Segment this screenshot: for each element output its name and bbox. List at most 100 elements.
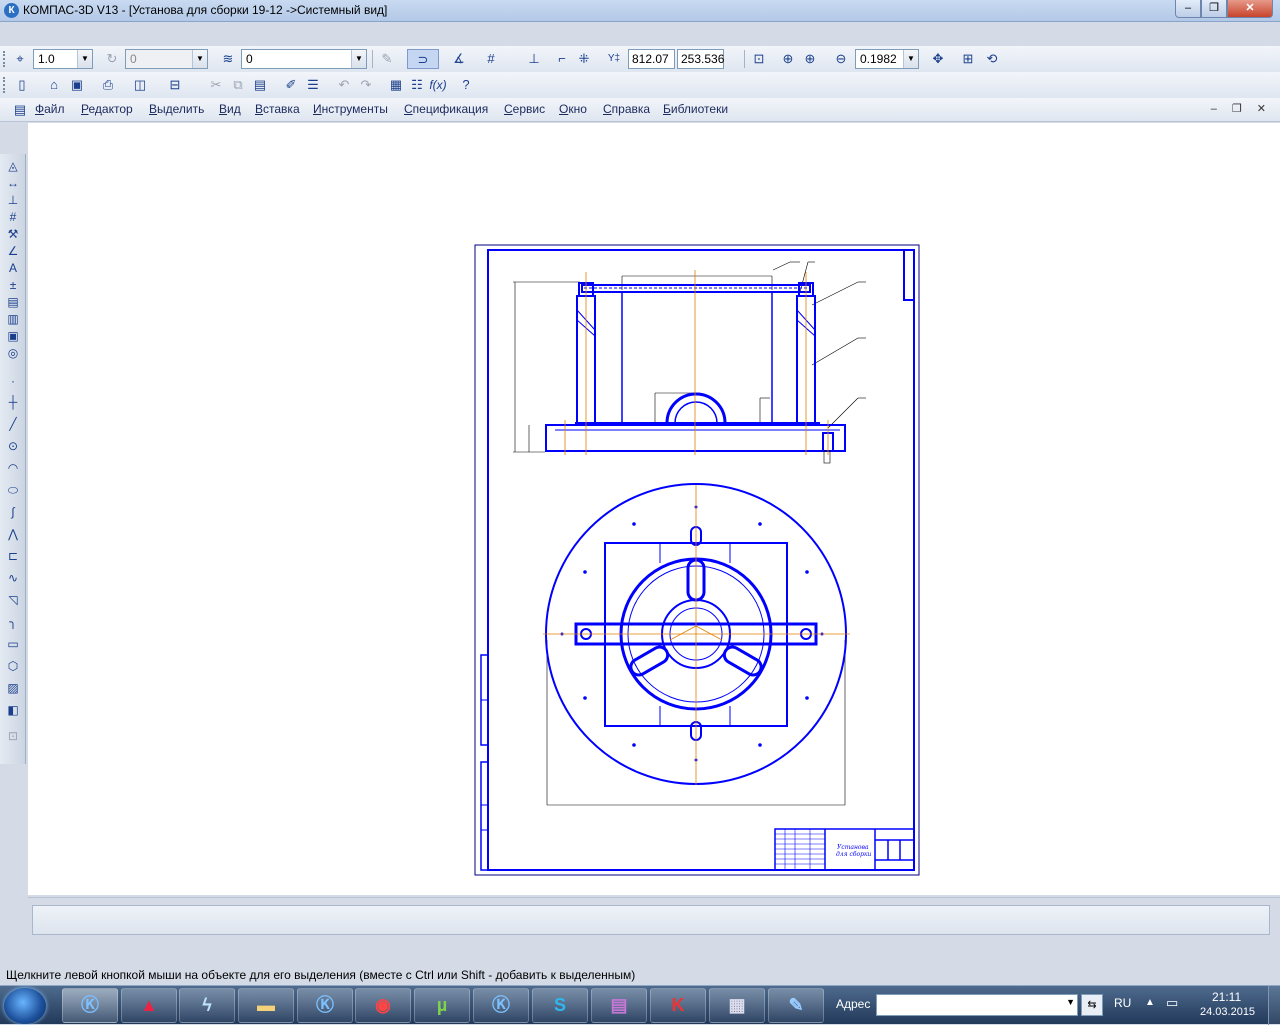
ellipse-icon[interactable]: ⬭ — [5, 482, 21, 498]
calculator-icon[interactable]: ▦ — [709, 988, 765, 1023]
kompas-icon[interactable]: Ⓚ — [62, 988, 118, 1023]
fillet-icon[interactable]: ╮ — [5, 614, 21, 630]
tree-icon[interactable]: ☷ — [407, 75, 427, 95]
autocad-icon[interactable]: ▲ — [121, 988, 177, 1023]
polyline-icon[interactable]: ⋀ — [5, 526, 21, 542]
measure-icon[interactable]: ∠ — [5, 243, 21, 259]
kompas-viewer-icon[interactable]: K — [650, 988, 706, 1023]
minimize-button[interactable]: ‒ — [1175, 0, 1201, 18]
variables-icon[interactable]: f(x) — [428, 75, 448, 95]
help-icon[interactable]: ? — [456, 75, 476, 95]
menu-file[interactable]: Файл — [35, 102, 65, 116]
arc-icon[interactable]: ◠ — [5, 460, 21, 476]
hatch-icon[interactable]: ▨ — [5, 680, 21, 696]
refresh-icon[interactable]: ⟲ — [982, 49, 1002, 69]
aux-line-icon[interactable]: ┼ — [5, 394, 21, 410]
reports-icon[interactable]: ▥ — [5, 311, 21, 327]
local-snap-icon[interactable]: ∡ — [449, 49, 469, 69]
close-button[interactable]: ✕ — [1227, 0, 1273, 18]
kompas-icon[interactable]: Ⓚ — [473, 988, 529, 1023]
coord-x-field[interactable]: 812.07 — [628, 49, 675, 69]
manager-icon[interactable]: ⊟ — [165, 75, 185, 95]
utorrent-icon[interactable]: µ — [414, 988, 470, 1023]
print-icon[interactable]: ⎙ — [98, 75, 118, 95]
spline-icon[interactable]: ∫ — [5, 504, 21, 520]
document-icon[interactable]: ▤ — [10, 100, 30, 120]
menu-window[interactable]: Окно — [559, 102, 587, 116]
menu-service[interactable]: Сервис — [504, 102, 545, 116]
show-desktop-button[interactable] — [1268, 986, 1280, 1025]
fill-icon[interactable]: ◧ — [5, 702, 21, 718]
contour-icon[interactable]: ⊏ — [5, 548, 21, 564]
grid-icon[interactable]: # — [481, 49, 501, 69]
parametrization-icon[interactable]: ⚒ — [5, 226, 21, 242]
chevron-down-icon[interactable]: ▼ — [77, 50, 92, 68]
bolt-icon[interactable]: ϟ — [179, 988, 235, 1023]
macro-icon[interactable]: ◎ — [5, 345, 21, 361]
kompas-icon[interactable]: Ⓚ — [297, 988, 353, 1023]
skype-icon[interactable]: S — [532, 988, 588, 1023]
rectangle-icon[interactable]: ▭ — [5, 636, 21, 652]
properties-list-icon[interactable]: ☰ — [303, 75, 323, 95]
toolbar-grip[interactable] — [3, 51, 6, 67]
menu-tools[interactable]: Инструменты — [313, 102, 388, 116]
start-button[interactable] — [4, 988, 46, 1024]
drawing-canvas[interactable]: Установа для сборки — [28, 123, 1280, 895]
chrome-icon[interactable]: ◉ — [355, 988, 411, 1023]
winrar-icon[interactable]: ▤ — [591, 988, 647, 1023]
document-window-controls[interactable]: – ❐ ✕ — [1211, 102, 1272, 115]
zoom-in-icon[interactable]: ⊕ — [800, 49, 820, 69]
menu-select[interactable]: Выделить — [149, 102, 204, 116]
chevron-down-icon[interactable]: ▼ — [1066, 997, 1075, 1007]
library-manager-icon[interactable]: ▦ — [386, 75, 406, 95]
editing-icon[interactable]: # — [5, 209, 21, 225]
point-icon[interactable]: · — [5, 373, 21, 389]
pan-icon[interactable]: ✥ — [928, 49, 948, 69]
clock-date[interactable]: 24.03.2015 — [1200, 1006, 1255, 1018]
paste-icon[interactable]: ▤ — [250, 75, 270, 95]
menu-specification[interactable]: Спецификация — [404, 102, 488, 116]
ortho-icon[interactable]: ⌐ — [552, 49, 572, 69]
open-folder-icon[interactable]: ⌂ — [44, 75, 64, 95]
coord-y-field[interactable]: 253.536 — [677, 49, 724, 69]
preview-icon[interactable]: ◫ — [130, 75, 150, 95]
menu-editor[interactable]: Редактор — [81, 102, 133, 116]
menu-libraries[interactable]: Библиотеки — [663, 102, 728, 116]
snap-magnet-icon[interactable]: ⊃ — [407, 49, 439, 69]
associative-views-icon[interactable]: ± — [5, 277, 21, 293]
new-document-icon[interactable]: ▯ — [12, 75, 32, 95]
menu-view[interactable]: Вид — [219, 102, 241, 116]
dimensions-icon[interactable]: ↔ — [5, 175, 21, 191]
curve-icon[interactable]: ∿ — [5, 570, 21, 586]
menu-insert[interactable]: Вставка — [255, 102, 300, 116]
format-brush-icon[interactable]: ✐ — [281, 75, 301, 95]
zoom-window-icon[interactable]: ⊡ — [749, 49, 769, 69]
local-cs-icon[interactable]: ⊥ — [524, 49, 544, 69]
spec-icon[interactable]: ▤ — [5, 294, 21, 310]
paint-icon[interactable]: ✎ — [768, 988, 824, 1023]
chevron-down-icon[interactable]: ▼ — [903, 50, 918, 68]
go-arrows-icon[interactable]: ⇆ — [1081, 994, 1103, 1016]
cursor-coords-icon[interactable]: ⁜ — [574, 49, 594, 69]
show-all-icon[interactable]: ⊞ — [958, 49, 978, 69]
circle-icon[interactable]: ⊙ — [5, 438, 21, 454]
designations-icon[interactable]: ⊥ — [5, 192, 21, 208]
select-icon[interactable]: A — [5, 260, 21, 276]
save-icon[interactable]: ▣ — [67, 75, 87, 95]
insert-icon[interactable]: ▣ — [5, 328, 21, 344]
segment-icon[interactable]: ╱ — [5, 416, 21, 432]
zoom-frame-icon[interactable]: ⊕ — [778, 49, 798, 69]
folder-icon[interactable]: ▬ — [238, 988, 294, 1023]
clock-time[interactable]: 21:11 — [1212, 990, 1241, 1004]
tray-expand-icon[interactable]: ▲ — [1145, 997, 1155, 1008]
step-icon[interactable]: ⌖ — [10, 49, 30, 69]
toolbar-grip[interactable] — [3, 77, 6, 93]
chevron-down-icon[interactable]: ▼ — [351, 50, 366, 68]
geometry-icon[interactable]: ◬ — [5, 158, 21, 174]
zoom-combo[interactable]: 0.1982 ▼ — [855, 49, 919, 69]
zoom-out-icon[interactable]: ⊖ — [831, 49, 851, 69]
language-indicator[interactable]: RU — [1114, 996, 1131, 1010]
polygon-icon[interactable]: ⬡ — [5, 658, 21, 674]
network-icon[interactable]: ▭ — [1166, 995, 1178, 1011]
maximize-button[interactable]: ❐ — [1201, 0, 1227, 18]
